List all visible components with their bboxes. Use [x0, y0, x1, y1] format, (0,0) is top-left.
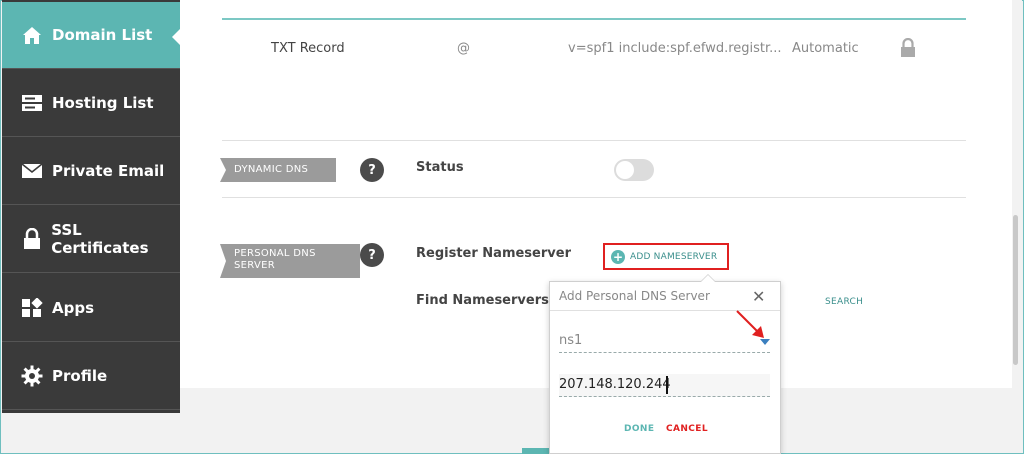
sidebar-item-profile[interactable]: Profile [2, 343, 180, 410]
toggle-knob [616, 161, 634, 179]
register-nameserver-label: Register Nameserver [416, 246, 571, 261]
sidebar-item-label: Private Email [52, 162, 165, 180]
sidebar-item-label: Hosting List [52, 94, 154, 112]
scrollbar-thumb[interactable] [1013, 215, 1018, 365]
find-nameservers-label: Find Nameservers [416, 293, 549, 308]
gear-icon [20, 365, 44, 387]
sidebar-item-label: Domain List [52, 26, 153, 44]
record-ttl: Automatic [792, 41, 859, 56]
help-icon[interactable]: ? [360, 243, 384, 267]
plus-icon: + [611, 249, 625, 264]
ip-address-input[interactable]: 207.148.120.244 [559, 374, 770, 397]
popup-header: Add Personal DNS Server ✕ [550, 282, 780, 311]
sidebar-item-label: SSL Certificates [51, 221, 149, 257]
lock-icon [20, 228, 43, 250]
search-button[interactable]: SEARCH [825, 297, 863, 307]
divider [222, 197, 966, 198]
personal-dns-tag: PERSONAL DNS SERVER [220, 244, 360, 278]
sidebar-item-domain-list[interactable]: Domain List [2, 2, 181, 69]
add-nameserver-label: ADD NAMESERVER [630, 251, 718, 262]
sidebar-item-apps[interactable]: Apps [2, 275, 180, 342]
personal-dns-tag-line2: SERVER [234, 260, 275, 271]
server-icon [20, 92, 44, 114]
sidebar: Domain List Hosting List Private Email S… [2, 0, 181, 413]
add-dns-server-popup: Add Personal DNS Server ✕ ns1 207.148.12… [549, 274, 781, 454]
add-nameserver-button[interactable]: + ADD NAMESERVER [603, 243, 729, 270]
popup-title: Add Personal DNS Server [559, 289, 710, 303]
annotation-arrow-icon [736, 310, 764, 338]
apps-icon [20, 297, 44, 319]
sidebar-item-private-email[interactable]: Private Email [2, 138, 180, 205]
personal-dns-tag-line1: PERSONAL DNS [234, 248, 316, 259]
lock-icon [900, 37, 916, 62]
cancel-button[interactable]: CANCEL [666, 424, 708, 434]
close-icon[interactable]: ✕ [752, 287, 765, 306]
divider [222, 140, 966, 141]
dynamic-dns-tag: DYNAMIC DNS [220, 158, 336, 182]
help-icon[interactable]: ? [360, 158, 384, 182]
record-value: v=spf1 include:spf.efwd.registr... [568, 41, 782, 56]
status-label: Status [416, 160, 464, 175]
done-button[interactable]: DONE [624, 424, 654, 434]
sidebar-item-hosting-list[interactable]: Hosting List [2, 70, 180, 137]
dynamic-dns-toggle[interactable] [614, 159, 654, 181]
sidebar-item-label: Apps [52, 299, 95, 317]
sidebar-item-label: Profile [52, 367, 108, 385]
ip-address-value: 207.148.120.244 [559, 377, 671, 392]
record-type: TXT Record [271, 41, 345, 56]
envelope-icon [20, 160, 44, 182]
home-icon [20, 24, 44, 46]
sidebar-item-ssl-certificates[interactable]: SSL Certificates [2, 206, 180, 273]
text-cursor [666, 376, 668, 394]
table-top-border [222, 18, 966, 20]
record-host: @ [457, 41, 470, 56]
nameserver-select-value: ns1 [559, 333, 583, 348]
